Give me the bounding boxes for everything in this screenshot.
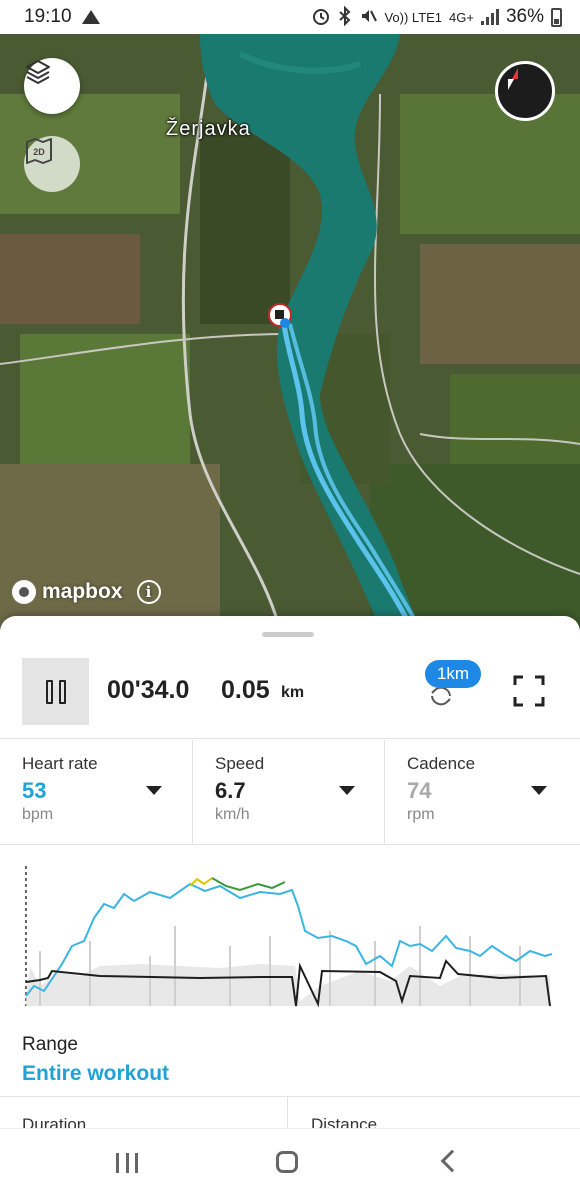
map-view[interactable]: Žerjavka 2D mapbox i (0, 34, 580, 630)
mute-icon (359, 7, 378, 28)
workout-graph[interactable] (0, 846, 580, 1026)
system-nav-bar (0, 1128, 580, 1199)
dropdown-arrow-icon[interactable] (339, 786, 355, 795)
metric-value: 74 (407, 778, 432, 803)
fullscreen-icon[interactable] (512, 674, 546, 708)
distance-unit: km (281, 684, 305, 701)
cadence-fill (26, 964, 550, 1006)
metric-unit: km/h (215, 806, 250, 823)
metric-heart-rate[interactable]: Heart rate 53 bpm (0, 740, 192, 844)
divider (287, 1097, 288, 1129)
duration-value: 00'34.0 (107, 676, 190, 704)
home-icon[interactable] (276, 1151, 298, 1173)
metric-unit: rpm (407, 806, 435, 823)
alarm-icon (311, 6, 331, 29)
metric-value: 53 (22, 778, 47, 803)
mapbox-logo-icon (12, 580, 36, 604)
compass-button[interactable] (495, 61, 555, 121)
map-2d-button[interactable]: 2D (24, 136, 80, 192)
lap-button[interactable]: 1km (421, 656, 485, 716)
metric-speed[interactable]: Speed 6.7 km/h (192, 740, 384, 844)
dropdown-arrow-icon[interactable] (146, 786, 162, 795)
volte-label: Vo)) LTE1 (384, 9, 443, 25)
range-selector[interactable]: Entire workout (22, 1062, 169, 1086)
info-icon[interactable]: i (136, 580, 161, 604)
town-label: Žerjavka (166, 118, 251, 140)
metric-label: Speed (215, 754, 265, 773)
navigation-icon (81, 10, 100, 24)
battery-icon (551, 7, 562, 27)
satellite-map (0, 34, 580, 630)
pause-icon-bar-left (45, 679, 53, 704)
back-icon[interactable] (440, 1149, 464, 1173)
range-label: Range (22, 1034, 78, 1055)
clock: 19:10 (24, 6, 72, 27)
battery-level: 36% (505, 6, 544, 27)
bluetooth-icon (338, 5, 352, 29)
sheet-handle[interactable] (262, 632, 314, 637)
recent-apps-icon[interactable] (116, 1153, 138, 1173)
workout-sheet: 00'34.0 0.05 km 1km Heart rate 53 bpm Sp… (0, 616, 580, 1134)
svg-text:2D: 2D (33, 147, 45, 157)
metric-label: Cadence (407, 754, 476, 773)
pause-icon-bar-right (58, 679, 66, 704)
mapbox-attribution[interactable]: mapbox i (12, 580, 161, 604)
divider (0, 844, 580, 845)
metric-label: Heart rate (22, 754, 98, 773)
distance-value: 0.05 (221, 676, 270, 704)
signal-icon (480, 9, 499, 25)
pause-button[interactable] (22, 658, 89, 725)
dropdown-arrow-icon[interactable] (531, 786, 547, 795)
network-label: 4G+ (449, 9, 474, 25)
metric-unit: bpm (22, 806, 54, 823)
mapbox-label: mapbox (42, 580, 123, 603)
lap-badge: 1km (425, 660, 481, 688)
summary-row: Duration Distance (0, 1096, 580, 1134)
divider (0, 738, 580, 739)
status-bar: 19:10 Vo)) LTE1 4G+ 36% (0, 0, 580, 34)
metric-value: 6.7 (215, 778, 246, 803)
metric-cadence[interactable]: Cadence 74 rpm (384, 740, 576, 844)
layers-button[interactable] (24, 58, 80, 114)
